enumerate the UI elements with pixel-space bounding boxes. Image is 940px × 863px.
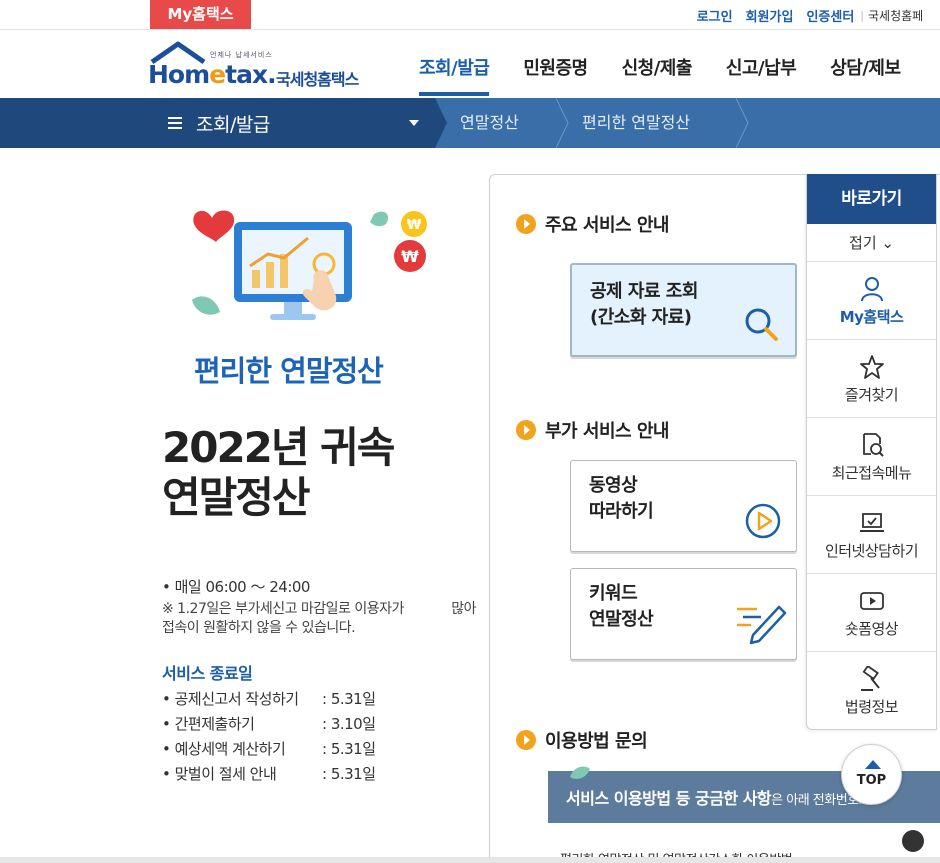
service-end-date-list: • 공제신고서 작성하기: 5.31일 • 간편제출하기: 3.10일 • 예상…	[162, 688, 422, 788]
quick-legal-info[interactable]: 법령정보	[807, 652, 936, 730]
list-item: • 맞벌이 절세 안내: 5.31일	[162, 765, 376, 783]
gnb-civil-certificate[interactable]: 민원증명	[523, 54, 588, 80]
caret-down-icon	[409, 120, 419, 126]
service-end-date-title: 서비스 종료일	[162, 664, 253, 683]
monitor-chart-illustration: ₩ ₩	[192, 210, 427, 320]
divider: |	[860, 8, 864, 22]
gnb-inquiry-issue[interactable]: 조회/발급	[419, 54, 490, 96]
leaf-icon	[570, 766, 590, 779]
service-notice: ※ 1.27일은 부가세신고 마감일로 이용자가 많아 접속이 원활하지 않을 …	[162, 601, 477, 636]
gnb-consult-report[interactable]: 상담/제보	[830, 54, 901, 80]
breadcrumb-arrow-icon	[435, 98, 447, 148]
arrow-up-icon	[865, 760, 881, 769]
scroll-top-button[interactable]: TOP	[841, 744, 902, 805]
play-bullet-icon	[516, 214, 536, 234]
location-bar: 조회/발급 연말정산 편리한 연말정산	[0, 98, 940, 148]
svg-text:₩: ₩	[401, 247, 419, 266]
pencil-write-icon	[737, 605, 787, 645]
hamburger-icon	[168, 117, 182, 129]
quick-online-consultation[interactable]: 인터넷상담하기	[807, 496, 936, 574]
hometax-logo[interactable]: 언제나 납세서비스 Hometax. 국세청홈택스	[148, 38, 378, 92]
play-bullet-icon	[516, 730, 536, 750]
document-search-icon	[863, 433, 884, 457]
quick-menu: 바로가기 접기 ⌄ My홈택스 즐겨찾기 최근접속메뉴 인터넷상담하기 숏폼영상…	[806, 174, 937, 730]
list-item: • 간편제출하기: 3.10일	[162, 715, 376, 733]
nts-homepage-link[interactable]: 국세청홈페	[868, 7, 940, 24]
quick-menu-fold-button[interactable]: 접기 ⌄	[807, 224, 936, 262]
top-utility-bar: My홈택스 로그인 회원가입 인증센터 | 국세청홈페	[0, 0, 940, 30]
deduction-data-inquiry-button[interactable]: 공제 자료 조회 (간소화 자료)	[570, 263, 797, 357]
help-inquiry-heading: 이용방법 문의	[516, 727, 648, 753]
logo-brand: Hometax.	[148, 60, 277, 89]
user-icon	[861, 277, 883, 302]
promo-title: 2022년 귀속 연말정산	[162, 423, 395, 522]
star-icon	[860, 355, 884, 379]
breadcrumb-easy-settlement[interactable]: 편리한 연말정산	[582, 98, 690, 148]
signup-link[interactable]: 회원가입	[746, 6, 794, 25]
video-tutorial-button[interactable]: 동영상 따라하기	[570, 460, 797, 552]
certificate-center-link[interactable]: 인증센터	[806, 6, 854, 25]
list-item: • 공제신고서 작성하기: 5.31일	[162, 690, 376, 708]
main-service-heading: 주요 서비스 안내	[516, 211, 669, 237]
my-hometax-tab[interactable]: My홈택스	[150, 0, 251, 29]
gnb-apply-submit[interactable]: 신청/제출	[622, 54, 693, 80]
video-play-icon	[860, 592, 884, 610]
login-link[interactable]: 로그인	[697, 6, 733, 25]
quick-recent-menu[interactable]: 최근접속메뉴	[807, 418, 936, 496]
location-menu-label: 조회/발급	[196, 113, 270, 136]
chatbot-icon[interactable]	[902, 830, 924, 852]
svg-text:₩: ₩	[407, 218, 422, 233]
horizontal-scrollbar[interactable]	[0, 857, 940, 863]
quick-short-videos[interactable]: 숏폼영상	[807, 574, 936, 652]
play-bullet-icon	[516, 420, 536, 440]
quick-my-hometax[interactable]: My홈택스	[807, 262, 936, 340]
quick-favorites[interactable]: 즐겨찾기	[807, 340, 936, 418]
promo-section: ₩ ₩ 편리한 연말정산 2022년 귀속 연말정산 • 매일 06:00 ～ …	[150, 148, 480, 863]
gavel-icon	[861, 666, 880, 691]
location-menu-dropdown[interactable]: 조회/발급	[150, 98, 435, 148]
extra-service-heading: 부가 서비스 안내	[516, 417, 669, 443]
keyword-settlement-button[interactable]: 키워드 연말정산	[570, 568, 797, 660]
play-circle-icon	[745, 503, 781, 539]
magnifier-icon	[745, 308, 778, 341]
promo-subtitle: 편리한 연말정산	[194, 354, 384, 388]
logo-tagline: 언제나 납세서비스	[210, 51, 273, 59]
breadcrumb-arrow-icon	[736, 98, 749, 148]
quick-menu-title: 바로가기	[807, 174, 936, 224]
header: 언제나 납세서비스 Hometax. 국세청홈택스 조회/발급 민원증명 신청/…	[0, 30, 940, 98]
service-hours: • 매일 06:00 ～ 24:00	[162, 578, 310, 596]
laptop-check-icon	[860, 513, 884, 532]
utility-links: 로그인 회원가입 인증센터 | 국세청홈페	[684, 0, 940, 30]
gnb-report-pay[interactable]: 신고/납부	[726, 54, 797, 80]
logo-korean-name: 국세청홈택스	[276, 70, 359, 89]
breadcrumb-year-end-settlement[interactable]: 연말정산	[460, 98, 519, 148]
breadcrumb-arrow-icon	[556, 98, 569, 148]
main-navigation: 조회/발급 민원증명 신청/제출 신고/납부 상담/제보	[419, 54, 935, 96]
list-item: • 예상세액 계산하기: 5.31일	[162, 740, 376, 758]
